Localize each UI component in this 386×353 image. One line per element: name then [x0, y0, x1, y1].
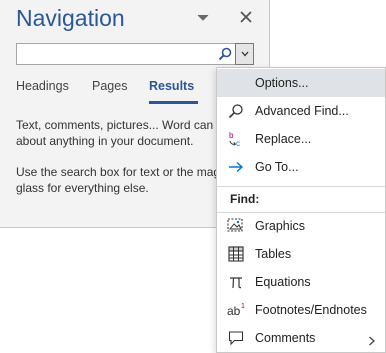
word-navigation-screen: Navigation Headings Pages Results Text, … [0, 0, 386, 353]
tab-pages[interactable]: Pages [92, 79, 127, 93]
search-options-dropdown[interactable] [235, 43, 254, 65]
tab-results[interactable]: Results [149, 79, 194, 93]
menu-item-label: Options... [255, 76, 309, 90]
results-hint-text: Text, comments, pictures... Word can fin… [16, 118, 216, 149]
results-hint-line: Text, comments, pictures... Word can fin… [16, 118, 216, 148]
svg-text:c: c [236, 139, 240, 148]
search-input[interactable] [19, 45, 213, 65]
results-help-line: Use the search box for text or the magni… [16, 165, 216, 195]
menu-item-equations[interactable]: Equations [217, 268, 385, 296]
menu-item-footnotes[interactable]: ab 1 Footnotes/Endnotes [217, 296, 385, 324]
chevron-down-icon[interactable] [196, 12, 210, 24]
menu-item-label: Tables [255, 247, 292, 261]
search-box [16, 43, 236, 65]
menu-separator [217, 186, 385, 187]
svg-text:b: b [229, 131, 234, 140]
arrow-right-icon [227, 158, 245, 176]
menu-item-label: Graphics [255, 219, 306, 233]
replace-icon: b c [227, 130, 245, 148]
menu-item-label: Footnotes/Endnotes [255, 303, 367, 317]
menu-item-label: Comments [255, 331, 316, 345]
menu-item-go-to[interactable]: Go To... [217, 153, 385, 181]
tab-headings[interactable]: Headings [16, 79, 69, 93]
dropdown-arrow-icon [241, 51, 249, 57]
active-tab-indicator [149, 101, 198, 104]
menu-item-label: Replace... [255, 132, 312, 146]
menu-item-label: Advanced Find... [255, 104, 349, 118]
menu-item-advanced-find[interactable]: Advanced Find... [217, 97, 385, 125]
menu-item-comments[interactable]: Comments [217, 324, 385, 352]
svg-text:ab: ab [227, 304, 241, 318]
table-icon [227, 245, 245, 263]
pane-title: Navigation [16, 5, 125, 31]
svg-text:1: 1 [241, 303, 245, 310]
menu-item-options[interactable]: Options... [217, 69, 385, 97]
search-icon[interactable] [216, 45, 234, 63]
menu-item-graphics[interactable]: Graphics [217, 212, 385, 240]
search-options-menu: Options... Advanced Find... b c Replace.… [216, 67, 386, 353]
pi-icon [227, 273, 245, 291]
find-section-label: Find: [230, 192, 260, 206]
menu-item-label: Go To... [255, 160, 299, 174]
menu-item-tables[interactable]: Tables [217, 240, 385, 268]
comment-icon [227, 329, 245, 347]
footnote-icon: ab 1 [227, 301, 245, 319]
search-icon [227, 102, 245, 120]
menu-item-replace[interactable]: b c Replace... [217, 125, 385, 153]
close-icon[interactable] [237, 8, 255, 26]
graphics-icon [227, 217, 245, 235]
results-help-text: Use the search box for text or the magni… [16, 165, 216, 196]
chevron-right-icon [368, 333, 376, 346]
menu-item-label: Equations [255, 275, 311, 289]
